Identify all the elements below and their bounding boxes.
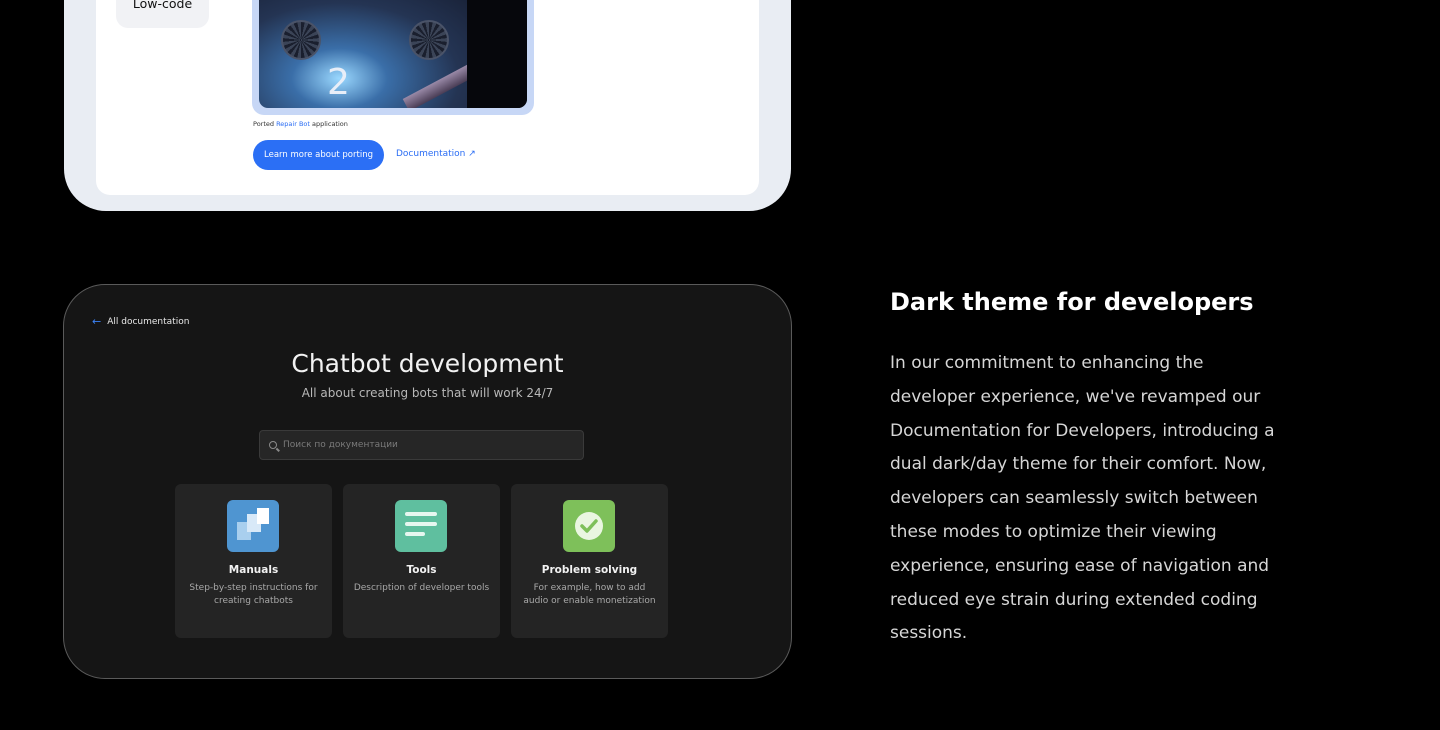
arrow-left-icon: ←: [92, 315, 102, 328]
search-icon: [269, 441, 277, 449]
game-screenshot: 2: [259, 0, 527, 108]
back-link-label: All documentation: [107, 316, 190, 327]
fan-graphic: [409, 20, 449, 60]
tile-description: Step-by-step instructions for creating c…: [189, 583, 318, 606]
game-shadow: [467, 0, 527, 108]
tile-manuals[interactable]: Manuals Step-by-step instructions for cr…: [175, 484, 332, 638]
checkmark-icon: [563, 500, 615, 552]
repair-bot-link[interactable]: Repair Bot: [276, 120, 310, 128]
docs-search[interactable]: [259, 430, 584, 460]
docs-search-input[interactable]: [283, 440, 563, 450]
documentation-link[interactable]: Documentation ↗: [396, 149, 476, 159]
all-documentation-link[interactable]: ← All documentation: [92, 315, 189, 328]
game-caption: Ported Repair Bot application: [253, 120, 348, 128]
tools-icon: [395, 500, 447, 552]
lowcode-label: Low-code: [132, 0, 193, 11]
tile-tools[interactable]: Tools Description of developer tools: [343, 484, 500, 638]
tile-title: Problem solving: [541, 564, 638, 576]
porting-card-content: Low-code 2 Ported Repair Bot application…: [96, 0, 759, 195]
section-body: In our commitment to enhancing the devel…: [890, 353, 1275, 644]
game-preview-frame: 2: [252, 0, 534, 115]
docs-title: Chatbot development: [291, 349, 564, 378]
manuals-icon: [227, 500, 279, 552]
docs-subtitle: All about creating bots that will work 2…: [301, 386, 554, 400]
lowcode-tab[interactable]: Low-code: [116, 0, 209, 28]
tile-description: For example, how to add audio or enable …: [523, 583, 656, 606]
tile-problem-solving[interactable]: Problem solving For example, how to add …: [511, 484, 668, 638]
section-heading: Dark theme for developers: [890, 288, 1254, 316]
porting-card: Low-code 2 Ported Repair Bot application…: [64, 0, 791, 211]
fan-graphic: [281, 20, 321, 60]
dark-docs-preview: ← All documentation Chatbot development …: [63, 284, 792, 679]
tile-title: Manuals: [228, 564, 279, 576]
game-level-number: 2: [327, 62, 350, 103]
tile-title: Tools: [406, 564, 437, 576]
tile-description: Description of developer tools: [353, 583, 490, 593]
learn-porting-button[interactable]: Learn more about porting: [253, 140, 384, 170]
